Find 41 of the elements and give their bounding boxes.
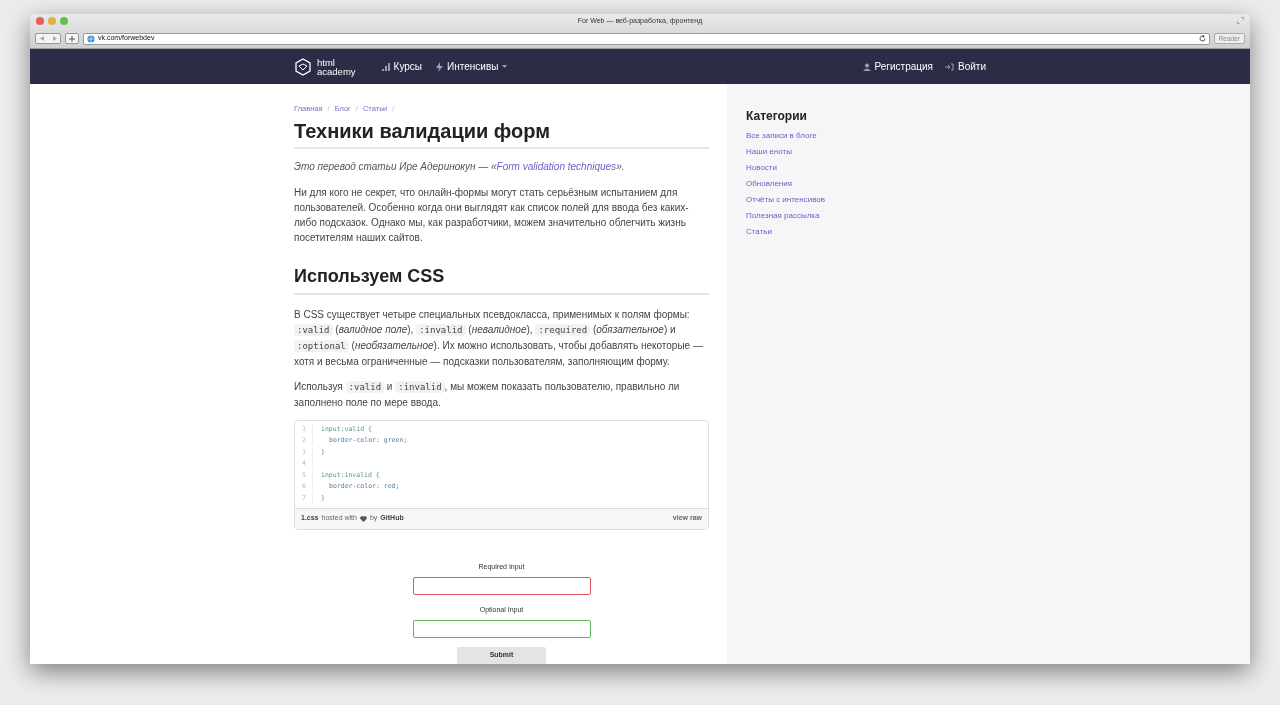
close-icon[interactable] <box>36 17 44 25</box>
back-icon[interactable] <box>39 36 45 41</box>
category-link[interactable]: Отчёты с интенсивов <box>746 192 1250 208</box>
category-link[interactable]: Статьи <box>746 224 1250 240</box>
caret-icon <box>502 65 508 68</box>
globe-icon <box>87 34 95 43</box>
input-field[interactable] <box>412 576 591 595</box>
zoom-icon[interactable] <box>60 17 68 25</box>
category-link[interactable]: Наши еноты <box>746 144 1250 160</box>
section-heading: Используем CSS <box>294 265 446 288</box>
logo-text: html <box>317 57 336 67</box>
article-link[interactable]: Form validation techniques <box>496 161 617 172</box>
paragraph: В CSS существует четыре специальных псевдокласса, применимых к полям формы: :valid (валидное поле), :invalid (невалидное), :required (обязательное) и :optional (необязательное). Их можно использовать, чтобы добавлять некоторые — хотя и весьма ограниченные — подсказки пользователям, заполняющим форму. <box>294 308 704 369</box>
logo-icon[interactable] <box>294 57 312 76</box>
nav-link[interactable]: Курсы <box>381 59 423 74</box>
category-link[interactable]: Полезная рассылка <box>746 208 1250 224</box>
fullscreen-icon[interactable] <box>1237 17 1244 24</box>
category-link[interactable]: Обновления <box>746 176 1250 192</box>
sidebar-heading: Категории <box>746 108 808 125</box>
paragraph: Используя :valid и :invalid , мы можем показать пользователю, правильно ли заполнено поле по мере ввода. <box>294 380 681 410</box>
new-tab-button[interactable] <box>65 33 79 44</box>
category-link[interactable]: Все записи в блоге <box>746 128 1250 144</box>
minimize-icon[interactable] <box>48 17 56 25</box>
logo-text: academy <box>317 66 356 76</box>
nav-link[interactable]: Войти <box>945 59 986 74</box>
article-title: Техники валидации форм <box>294 119 552 144</box>
nav-link[interactable]: Регистрация <box>862 59 933 74</box>
login-icon <box>945 62 954 71</box>
bars-icon <box>381 62 390 71</box>
input-field[interactable] <box>412 619 591 638</box>
heart-icon <box>359 515 367 522</box>
intro-text: Это перевод статьи Ире Адеринокун — «Form validation techniques». <box>294 160 626 174</box>
lightning-icon <box>436 61 444 72</box>
paragraph: Ни для кого не секрет, что онлайн-формы могут стать серьёзным испытанием для пользователей. Особенно когда они выглядят как список полей для ввода без каких-либо подсказок. Однако мы, как разработчики, можем значительно облегчить жизнь посетителям наших сайтов. <box>294 186 690 245</box>
back-forward-buttons[interactable] <box>35 33 61 44</box>
category-link[interactable]: Новости <box>746 160 1250 176</box>
forward-icon[interactable] <box>51 36 57 41</box>
plus-icon <box>69 35 75 42</box>
person-icon <box>862 62 871 71</box>
nav-link[interactable]: Интенсивы <box>436 59 508 74</box>
reload-icon[interactable] <box>1198 35 1206 42</box>
